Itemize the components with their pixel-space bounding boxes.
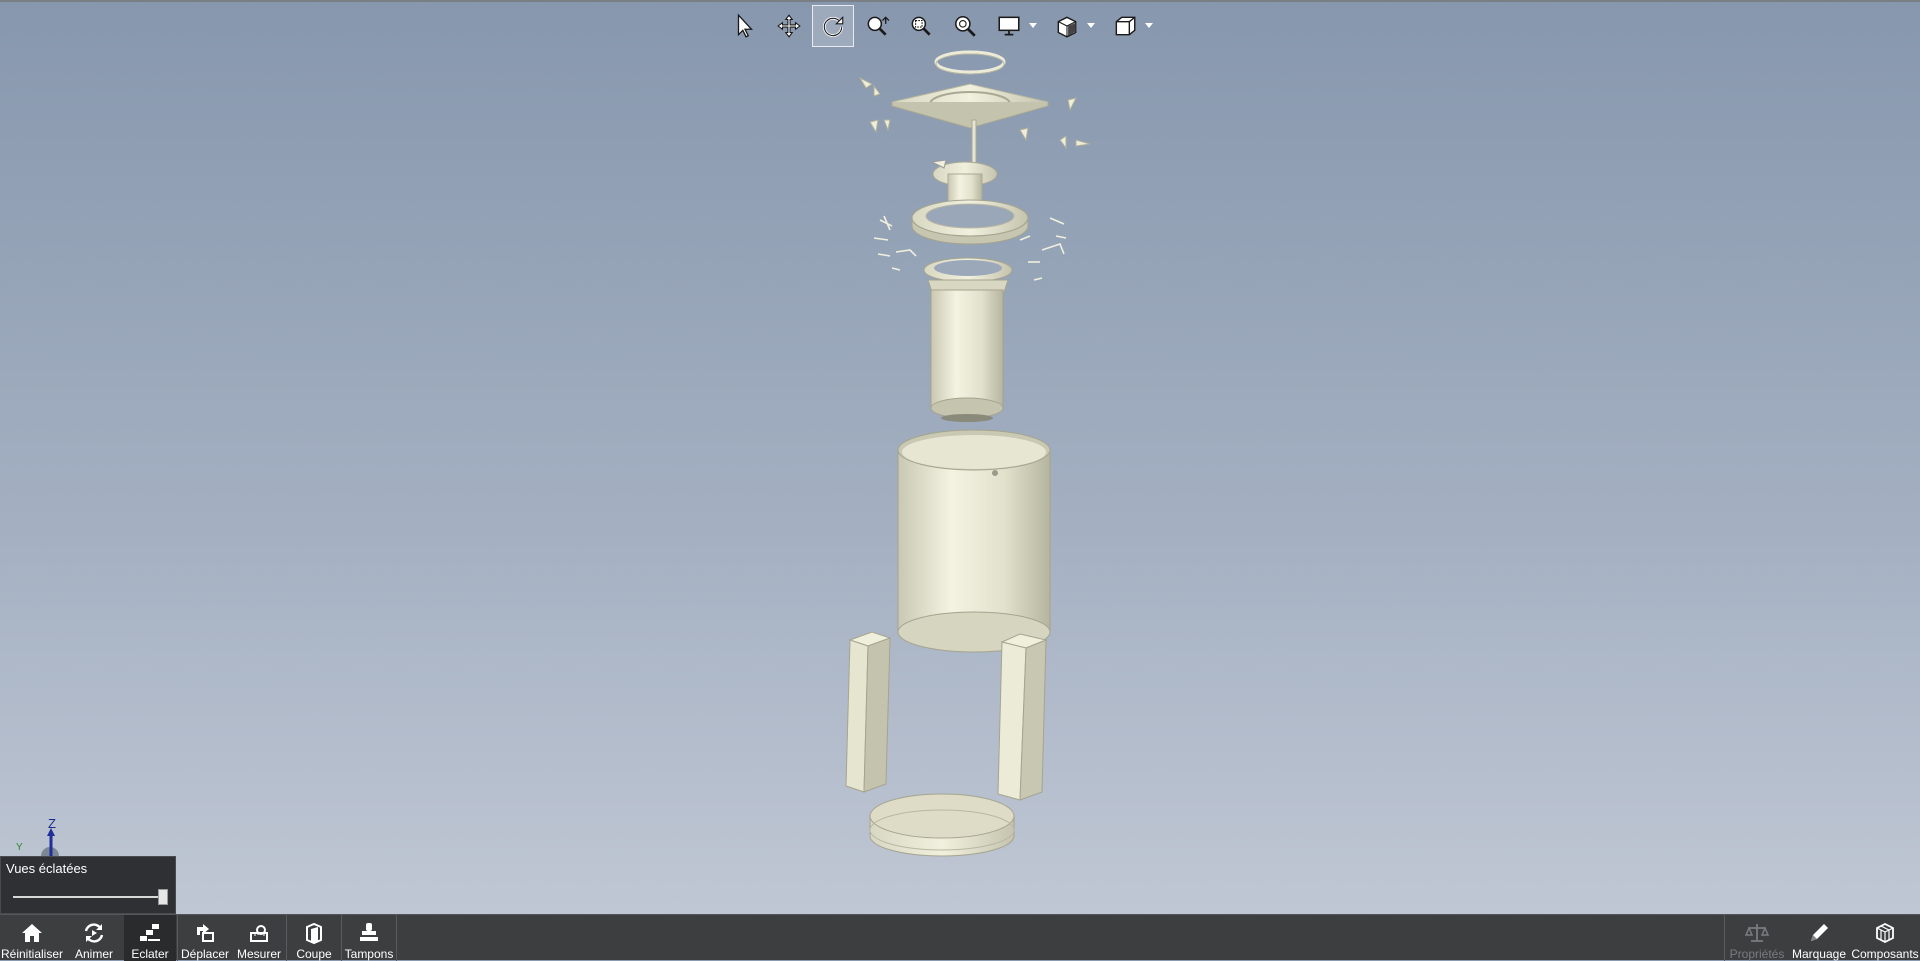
stamps-button[interactable]: Tampons	[342, 915, 396, 961]
reset-button-label: Réinitialiser	[0, 947, 64, 961]
scale-icon	[1744, 924, 1770, 942]
properties-button[interactable]: Propriétés	[1726, 915, 1788, 961]
zoom-fit-icon	[955, 16, 976, 37]
markup-button-label: Marquage	[1791, 947, 1847, 961]
axis-triad-icon	[41, 828, 59, 860]
explode-slider-thumb[interactable]	[158, 889, 168, 905]
move-pan-icon	[777, 14, 801, 38]
inner-sleeve-part[interactable]	[923, 257, 1013, 422]
rotate-icon	[822, 16, 844, 37]
properties-button-label: Propriétés	[1729, 947, 1785, 961]
chevron-down-icon	[1145, 23, 1153, 28]
stamp-icon	[360, 923, 378, 941]
measure-button[interactable]: Mesurer	[232, 915, 286, 961]
outer-housing-cylinder-part[interactable]	[897, 429, 1051, 653]
view-orientation-dropdown[interactable]	[1144, 5, 1154, 47]
base-disc-part[interactable]	[869, 793, 1015, 857]
reset-button[interactable]: Réinitialiser	[0, 915, 64, 961]
bottom-toolbar: Réinitialiser Animer Eclater Déplacer Me…	[0, 914, 1920, 961]
zoom-icon	[867, 16, 890, 36]
home-icon	[22, 924, 42, 942]
measure-button-label: Mesurer	[236, 947, 281, 961]
pencil-icon	[1811, 924, 1828, 941]
chevron-down-icon	[1087, 23, 1095, 28]
top-ring-part[interactable]	[934, 50, 1006, 75]
select-tool-button[interactable]	[724, 5, 766, 47]
exploded-assembly-model[interactable]	[820, 40, 1100, 880]
zoom-window-icon	[911, 16, 931, 36]
bearing-ring-part[interactable]	[911, 199, 1029, 245]
move-part-icon	[197, 924, 214, 942]
chevron-down-icon	[1029, 23, 1037, 28]
render-style-icon	[1057, 16, 1077, 38]
components-button-label: Composants	[1851, 947, 1919, 961]
toolbar-separator	[1724, 915, 1725, 961]
left-support-block-part[interactable]	[845, 631, 892, 793]
animate-icon	[84, 923, 104, 943]
flange-plate-part[interactable]	[891, 83, 1049, 129]
section-button-label: Coupe	[296, 947, 332, 961]
axis-triad: Z Y	[8, 814, 68, 860]
components-icon	[1876, 922, 1894, 944]
explode-button-label: Eclater	[131, 947, 169, 961]
view-cube-icon	[1115, 16, 1136, 36]
explode-slider-track[interactable]	[13, 896, 163, 898]
explode-button[interactable]: Eclater	[124, 915, 176, 961]
animate-button[interactable]: Animer	[66, 915, 122, 961]
display-mode-icon	[998, 16, 1020, 36]
window-top-border	[0, 0, 1920, 2]
exploded-views-panel: Vues éclatées	[0, 856, 176, 914]
right-support-block-part[interactable]	[997, 633, 1048, 801]
animate-button-label: Animer	[74, 947, 113, 961]
toolbar-separator	[396, 915, 397, 961]
components-button[interactable]: Composants	[1850, 915, 1920, 961]
view-orientation-button[interactable]	[1104, 5, 1146, 47]
arrow-select-icon	[737, 13, 753, 38]
move-button[interactable]: Déplacer	[178, 915, 232, 961]
section-button[interactable]: Coupe	[287, 915, 341, 961]
move-button-label: Déplacer	[180, 947, 230, 961]
pan-tool-button[interactable]	[768, 5, 810, 47]
exploded-views-title: Vues éclatées	[6, 861, 88, 876]
markup-button[interactable]: Marquage	[1788, 915, 1850, 961]
central-hub-part[interactable]	[930, 119, 998, 205]
explode-icon	[140, 924, 160, 941]
stamps-button-label: Tampons	[344, 947, 394, 961]
measure-icon	[250, 925, 268, 942]
section-icon	[306, 922, 322, 945]
